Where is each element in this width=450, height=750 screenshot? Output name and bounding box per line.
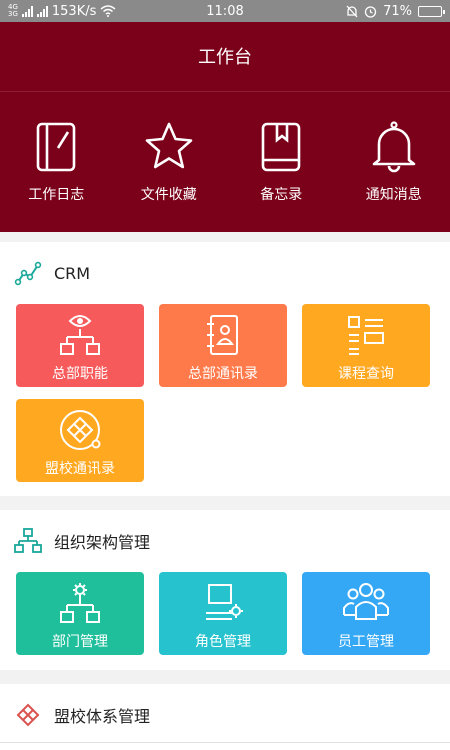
tile-label: 员工管理 (338, 634, 394, 650)
quick-access-bar: 工作日志 文件收藏 备忘录 通知消息 (0, 92, 450, 204)
list-grid-icon (348, 316, 384, 355)
bookmark-book-icon (261, 122, 301, 172)
network-bottom: 3G (8, 10, 18, 18)
section-title: 盟校体系管理 (54, 707, 151, 726)
tile-hq-contacts[interactable]: 总部通讯录 (159, 304, 287, 387)
tile-course-query[interactable]: 课程查询 (302, 304, 430, 387)
status-bar: 4G 3G 153K/s 11:08 71% (0, 0, 450, 22)
mute-bell-icon (346, 5, 358, 17)
trend-line-icon (14, 261, 42, 286)
signal-icon (21, 5, 33, 17)
section-header: 组织架构管理 (0, 510, 450, 572)
quick-item-work-log[interactable]: 工作日志 (6, 120, 106, 204)
section-org-management: 组织架构管理 部门管理 角色管理 员工管理 (0, 510, 450, 670)
section-crm: CRM 总部职能 总部通讯录 课程查询 盟校通讯录 (0, 242, 450, 496)
quick-item-memo[interactable]: 备忘录 (231, 120, 331, 204)
status-right: 71% (346, 3, 445, 19)
battery-icon (418, 5, 445, 17)
quick-item-label: 备忘录 (260, 187, 303, 203)
diamond-logo-icon (60, 410, 101, 450)
alarm-icon (364, 5, 377, 18)
workbench-header: 工作台 工作日志 文件收藏 备忘录 通知消息 (0, 22, 450, 232)
tile-label: 部门管理 (52, 634, 108, 650)
bottom-tab-bar (0, 742, 450, 750)
bell-icon (372, 121, 416, 173)
tile-label: 角色管理 (195, 634, 251, 650)
tile-staff-management[interactable]: 员工管理 (302, 572, 430, 655)
people-icon (343, 583, 389, 620)
quick-item-notifications[interactable]: 通知消息 (344, 120, 444, 204)
page-title: 工作台 (0, 22, 450, 92)
gear-org-icon (60, 583, 100, 623)
tile-hq-functions[interactable]: 总部职能 (16, 304, 144, 387)
section-title: 组织架构管理 (54, 533, 151, 552)
crm-tiles: 总部职能 总部通讯录 课程查询 盟校通讯录 (0, 304, 450, 482)
tile-label: 总部通讯录 (188, 366, 258, 382)
tile-label: 总部职能 (52, 366, 108, 382)
monitor-gear-icon (206, 584, 243, 620)
section-header: CRM (0, 242, 450, 304)
signal-icon-2 (36, 5, 48, 17)
quick-item-file-favorites[interactable]: 文件收藏 (119, 120, 219, 204)
tile-label: 盟校通讯录 (45, 461, 115, 477)
eye-org-icon (60, 315, 100, 355)
tile-label: 课程查询 (338, 366, 394, 382)
wifi-icon (100, 5, 116, 17)
section-league-management: 盟校体系管理 (0, 684, 450, 744)
diamond-mark-icon (16, 703, 40, 727)
section-title: CRM (54, 263, 91, 283)
tile-role-management[interactable]: 角色管理 (159, 572, 287, 655)
quick-item-label: 通知消息 (365, 187, 422, 203)
star-icon (145, 122, 193, 169)
network-type-label: 4G 3G (8, 4, 18, 18)
section-header: 盟校体系管理 (0, 684, 450, 746)
tile-league-contacts[interactable]: 盟校通讯录 (16, 399, 144, 482)
quick-item-label: 工作日志 (28, 187, 85, 203)
network-speed: 153K/s (51, 3, 97, 19)
org-tiles: 部门管理 角色管理 员工管理 (0, 572, 450, 655)
org-chart-icon (14, 528, 42, 553)
quick-item-label: 文件收藏 (140, 187, 197, 203)
status-left: 4G 3G 153K/s (8, 4, 116, 19)
contact-book-icon (207, 315, 238, 355)
battery-percent: 71% (383, 3, 412, 19)
notebook-icon (36, 122, 76, 172)
tile-department-management[interactable]: 部门管理 (16, 572, 144, 655)
